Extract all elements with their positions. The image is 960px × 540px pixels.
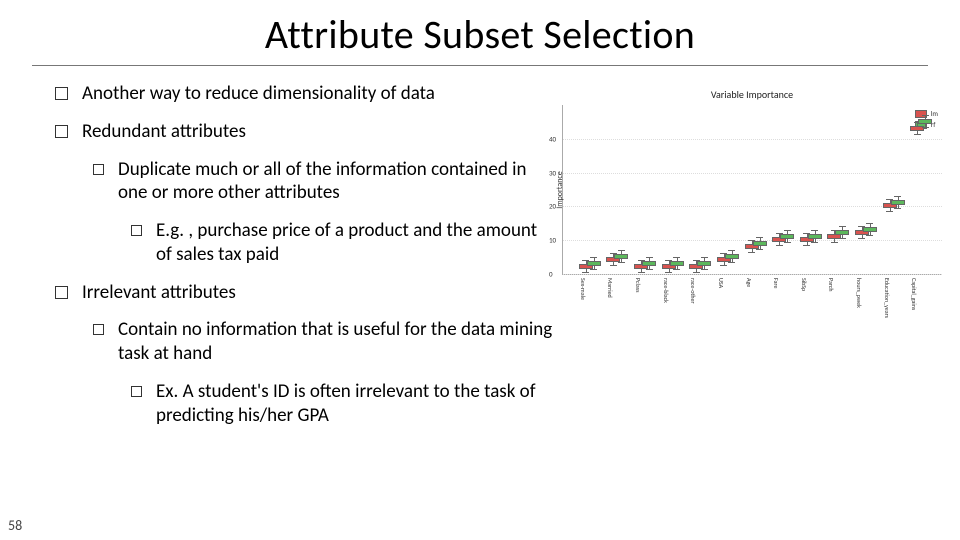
title-rule (32, 65, 928, 66)
chart-box (614, 105, 628, 274)
chart-xlabel: Parch (827, 278, 835, 292)
chart-box (918, 105, 932, 274)
chart-xlabel: Fare (772, 278, 780, 288)
square-bullet-icon (131, 225, 142, 236)
bullet-l1: Irrelevant attributes (55, 281, 555, 305)
chart-xlabel: Education_years (883, 278, 891, 318)
chart-xlabel: Age (745, 278, 753, 287)
bullet-l3: E.g. , purchase price of a product and t… (131, 219, 555, 267)
chart-ylabel: Importance (555, 171, 565, 209)
chart-box (587, 105, 601, 274)
bullet-text: Redundant attributes (82, 120, 246, 144)
chart-ytick: 10 (549, 236, 556, 245)
bullet-text: Duplicate much or all of the information… (118, 158, 555, 206)
chart-box (808, 105, 822, 274)
chart-box (670, 105, 684, 274)
bullet-l1: Redundant attributes (55, 120, 555, 144)
chart-plot-area: Importance lm rf 010203040Sex-maleMarrie… (562, 105, 942, 275)
square-bullet-icon (55, 286, 68, 299)
bullet-text: Ex. A student's ID is often irrelevant t… (156, 380, 555, 428)
chart-xlabel: SibSp (800, 278, 808, 291)
chart-xlabel: race-other (689, 278, 697, 304)
square-bullet-icon (55, 125, 68, 138)
variable-importance-chart: Variable Importance Importance lm rf 010… (562, 88, 942, 318)
chart-ytick: 30 (549, 168, 556, 177)
chart-xlabel: Capital_gains (910, 278, 918, 310)
chart-box (642, 105, 656, 274)
chart-xlabel: USA (717, 278, 725, 288)
square-bullet-icon (93, 164, 104, 175)
chart-xlabel: Married (606, 278, 614, 298)
page-number: 58 (8, 517, 22, 534)
content-area: Another way to reduce dimensionality of … (55, 82, 555, 441)
bullet-text: Contain no information that is useful fo… (118, 318, 555, 366)
chart-xlabel: Sex-male (579, 278, 587, 300)
chart-xlabel: hours_pwek (855, 278, 863, 308)
bullet-text: Irrelevant attributes (82, 281, 236, 305)
chart-ytick: 20 (549, 202, 556, 211)
chart-ytick: 40 (549, 134, 556, 143)
chart-box (863, 105, 877, 274)
square-bullet-icon (55, 87, 68, 100)
bullet-text: E.g. , purchase price of a product and t… (156, 219, 555, 267)
slide-title: Attribute Subset Selection (0, 0, 960, 59)
chart-box (891, 105, 905, 274)
chart-box (835, 105, 849, 274)
bullet-l2: Duplicate much or all of the information… (93, 158, 555, 206)
chart-box (697, 105, 711, 274)
bullet-l3: Ex. A student's ID is often irrelevant t… (131, 380, 555, 428)
chart-xlabel: race-black (662, 278, 670, 303)
bullet-l2: Contain no information that is useful fo… (93, 318, 555, 366)
square-bullet-icon (93, 324, 104, 335)
chart-box (725, 105, 739, 274)
chart-box (753, 105, 767, 274)
chart-box (780, 105, 794, 274)
chart-title: Variable Importance (562, 88, 942, 101)
square-bullet-icon (131, 386, 142, 397)
chart-ytick: 0 (549, 270, 553, 279)
bullet-l1: Another way to reduce dimensionality of … (55, 82, 555, 106)
bullet-text: Another way to reduce dimensionality of … (82, 82, 435, 106)
chart-xlabel: Pclass (634, 278, 642, 292)
